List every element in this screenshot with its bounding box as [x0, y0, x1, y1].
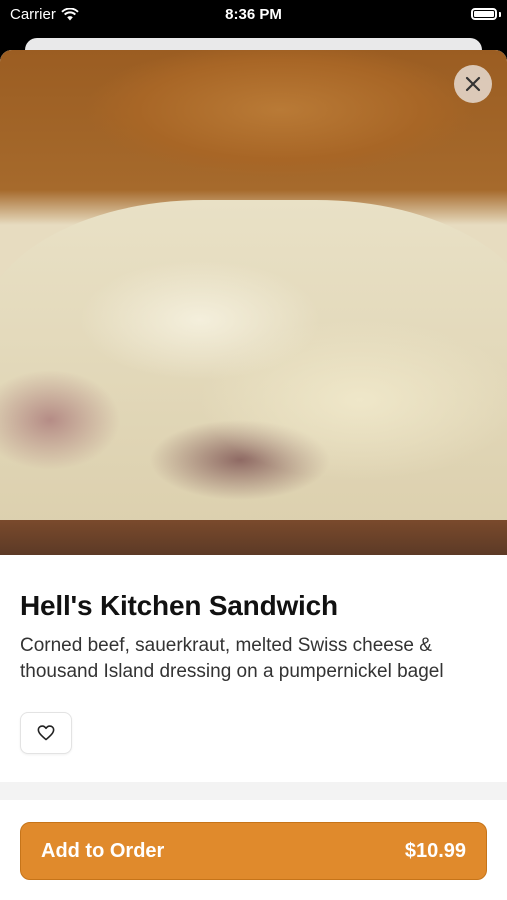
order-footer: Add to Order $10.99: [0, 800, 507, 900]
heart-outline-icon: [37, 725, 55, 741]
status-time: 8:36 PM: [225, 6, 282, 23]
photo-bun-bottom: [0, 520, 507, 555]
battery-icon: [471, 8, 497, 20]
battery-tip: [499, 12, 501, 17]
item-detail-sheet: Hell's Kitchen Sandwich Corned beef, sau…: [0, 50, 507, 900]
photo-filling: [0, 200, 507, 530]
item-title: Hell's Kitchen Sandwich: [20, 590, 338, 621]
item-price: $10.99: [404, 839, 466, 862]
status-bar: Carrier 8:36 PM: [0, 0, 507, 30]
favorite-button[interactable]: [20, 712, 72, 754]
close-button[interactable]: [454, 65, 492, 103]
add-to-order-button[interactable]: Add to Order $10.99: [20, 822, 487, 880]
close-icon: [465, 76, 481, 92]
add-to-order-label: Add to Order: [41, 839, 165, 862]
item-description: Corned beef, sauerkraut, melted Swiss ch…: [20, 635, 444, 682]
section-divider: [0, 782, 507, 802]
item-photo: [0, 50, 507, 555]
